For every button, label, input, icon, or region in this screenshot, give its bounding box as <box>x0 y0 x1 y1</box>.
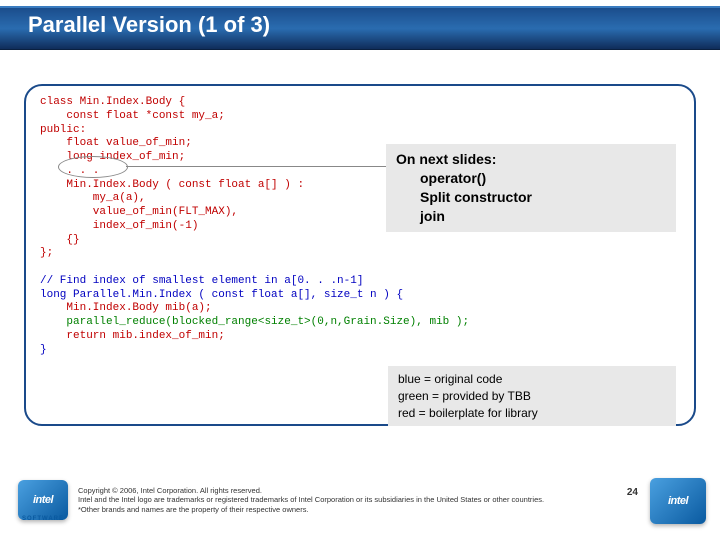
code-line: public: <box>40 124 86 136</box>
copyright-text: Copyright © 2006, Intel Corporation. All… <box>78 486 558 514</box>
code-line: my_a(a), <box>40 192 146 204</box>
code-line: // Find index of smallest element in a[0… <box>40 275 363 287</box>
code-line: . . . <box>40 165 99 177</box>
callout-item: join <box>396 207 666 226</box>
copyright-line: Intel and the Intel logo are trademarks … <box>78 495 558 514</box>
code-line: const float *const my_a; <box>40 110 225 122</box>
legend-line: blue = original code <box>398 371 666 388</box>
code-line: } <box>40 344 47 356</box>
page-number: 24 <box>627 487 638 498</box>
code-line: value_of_min(FLT_MAX), <box>40 206 238 218</box>
code-container: class Min.Index.Body { const float *cons… <box>24 84 696 426</box>
intel-software-logo: intel SOFTWARE <box>18 480 68 520</box>
code-line: }; <box>40 247 53 259</box>
callout-item: Split constructor <box>396 188 666 207</box>
code-line: class Min.Index.Body { <box>40 96 185 108</box>
copyright-line: Copyright © 2006, Intel Corporation. All… <box>78 486 558 495</box>
slide-title: Parallel Version (1 of 3) <box>28 12 270 38</box>
code-line <box>40 316 66 328</box>
intel-chip-icon: intel <box>18 480 68 520</box>
code-line: {} <box>40 234 80 246</box>
code-line: index_of_min(-1) <box>40 220 198 232</box>
footer: intel SOFTWARE Copyright © 2006, Intel C… <box>0 474 720 530</box>
intel-logo-text: intel <box>33 494 53 506</box>
code-line: Min.Index.Body ( const float a[] ) : <box>40 179 304 191</box>
legend-line: red = boilerplate for library <box>398 405 666 422</box>
software-label: SOFTWARE <box>18 516 68 522</box>
callout-heading: On next slides: <box>396 150 666 169</box>
code-line: long Parallel.Min.Index ( const float a[… <box>40 289 403 301</box>
callout-box: On next slides: operator() Split constru… <box>386 144 676 232</box>
intel-chip-icon: intel <box>650 478 706 524</box>
code-line: Min.Index.Body mib(a); <box>40 302 212 314</box>
intel-logo: intel <box>650 478 706 524</box>
code-line: parallel_reduce(blocked_range<size_t>(0,… <box>66 316 469 328</box>
callout-item: operator() <box>396 169 666 188</box>
code-line: long index_of_min; <box>40 151 185 163</box>
legend-box: blue = original code green = provided by… <box>388 366 676 426</box>
code-line: float value_of_min; <box>40 137 192 149</box>
legend-line: green = provided by TBB <box>398 388 666 405</box>
intel-logo-text: intel <box>668 495 688 507</box>
code-line: return mib.index_of_min; <box>40 330 225 342</box>
